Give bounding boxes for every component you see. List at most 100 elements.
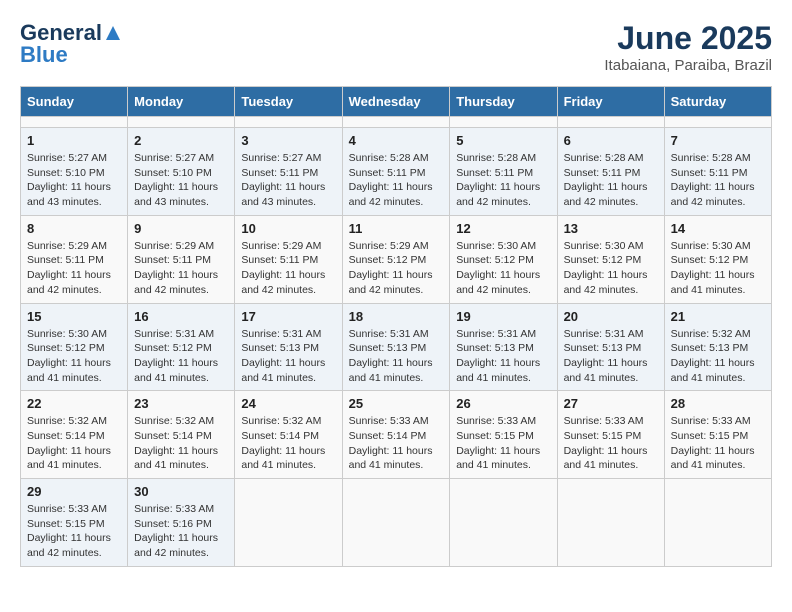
header-row: SundayMondayTuesdayWednesdayThursdayFrid… <box>21 87 772 117</box>
day-cell: 28Sunrise: 5:33 AM Sunset: 5:15 PM Dayli… <box>664 391 771 479</box>
day-info: Sunrise: 5:27 AM Sunset: 5:10 PM Dayligh… <box>27 151 121 210</box>
day-number: 22 <box>27 396 121 411</box>
day-info: Sunrise: 5:32 AM Sunset: 5:14 PM Dayligh… <box>241 414 335 473</box>
day-cell: 8 Sunrise: 5:29 AM Sunset: 5:11 PM Daylig… <box>21 215 128 303</box>
day-number: 1 <box>27 133 121 148</box>
day-number: 15 <box>27 309 121 324</box>
day-info: Sunrise: 5:32 AM Sunset: 5:13 PM Dayligh… <box>671 327 765 386</box>
day-cell: 29 Sunrise: 5:33 AM Sunset: 5:15 PM Dayli… <box>21 479 128 567</box>
day-info: Sunrise: 5:27 AM Sunset: 5:11 PM Dayligh… <box>241 151 335 210</box>
day-cell <box>235 117 342 128</box>
column-header-tuesday: Tuesday <box>235 87 342 117</box>
calendar-title: June 2025 <box>604 20 772 57</box>
day-cell: 22 Sunrise: 5:32 AM Sunset: 5:14 PM Dayli… <box>21 391 128 479</box>
day-info: Sunrise: 5:30 AM Sunset: 5:12 PM Dayligh… <box>456 239 550 298</box>
day-info: Sunrise: 5:30 AM Sunset: 5:12 PM Dayligh… <box>671 239 765 298</box>
day-cell: 19 Sunrise: 5:31 AM Sunset: 5:13 PM Dayli… <box>450 303 557 391</box>
column-header-sunday: Sunday <box>21 87 128 117</box>
day-info: Sunrise: 5:29 AM Sunset: 5:11 PM Dayligh… <box>134 239 228 298</box>
day-info: Sunrise: 5:29 AM Sunset: 5:11 PM Dayligh… <box>27 239 121 298</box>
day-info: Sunrise: 5:28 AM Sunset: 5:11 PM Dayligh… <box>671 151 765 210</box>
day-info: Sunrise: 5:31 AM Sunset: 5:12 PM Dayligh… <box>134 327 228 386</box>
logo: General Blue <box>20 20 124 68</box>
day-cell: 23 Sunrise: 5:32 AM Sunset: 5:14 PM Dayli… <box>128 391 235 479</box>
day-cell: 2Sunrise: 5:27 AM Sunset: 5:10 PM Daylig… <box>128 128 235 216</box>
day-cell <box>235 479 342 567</box>
day-number: 30 <box>134 484 228 499</box>
day-info: Sunrise: 5:31 AM Sunset: 5:13 PM Dayligh… <box>564 327 658 386</box>
week-row-2: 1 Sunrise: 5:27 AM Sunset: 5:10 PM Daylig… <box>21 128 772 216</box>
day-cell <box>450 479 557 567</box>
day-info: Sunrise: 5:32 AM Sunset: 5:14 PM Dayligh… <box>27 414 121 473</box>
title-section: June 2025 Itabaiana, Paraiba, Brazil <box>604 20 772 74</box>
day-cell: 25 Sunrise: 5:33 AM Sunset: 5:14 PM Dayli… <box>342 391 450 479</box>
day-cell: 17Sunrise: 5:31 AM Sunset: 5:13 PM Dayli… <box>235 303 342 391</box>
day-number: 11 <box>349 221 444 236</box>
day-cell: 27 Sunrise: 5:33 AM Sunset: 5:15 PM Dayli… <box>557 391 664 479</box>
day-info: Sunrise: 5:33 AM Sunset: 5:15 PM Dayligh… <box>456 414 550 473</box>
day-number: 10 <box>241 221 335 236</box>
calendar-subtitle: Itabaiana, Paraiba, Brazil <box>604 57 772 74</box>
calendar-table: SundayMondayTuesdayWednesdayThursdayFrid… <box>20 86 772 567</box>
day-info: Sunrise: 5:28 AM Sunset: 5:11 PM Dayligh… <box>349 151 444 210</box>
day-cell: 12 Sunrise: 5:30 AM Sunset: 5:12 PM Dayli… <box>450 215 557 303</box>
day-cell: 24Sunrise: 5:32 AM Sunset: 5:14 PM Dayli… <box>235 391 342 479</box>
day-cell <box>128 117 235 128</box>
day-cell <box>664 117 771 128</box>
day-number: 2 <box>134 133 228 148</box>
day-number: 20 <box>564 309 658 324</box>
column-header-monday: Monday <box>128 87 235 117</box>
column-header-friday: Friday <box>557 87 664 117</box>
column-header-wednesday: Wednesday <box>342 87 450 117</box>
day-cell: 14Sunrise: 5:30 AM Sunset: 5:12 PM Dayli… <box>664 215 771 303</box>
logo-blue: Blue <box>20 42 68 68</box>
day-number: 25 <box>349 396 444 411</box>
column-header-thursday: Thursday <box>450 87 557 117</box>
day-number: 26 <box>456 396 550 411</box>
day-number: 27 <box>564 396 658 411</box>
day-info: Sunrise: 5:33 AM Sunset: 5:16 PM Dayligh… <box>134 502 228 561</box>
day-number: 29 <box>27 484 121 499</box>
day-info: Sunrise: 5:33 AM Sunset: 5:15 PM Dayligh… <box>27 502 121 561</box>
day-cell: 7 Sunrise: 5:28 AM Sunset: 5:11 PM Daylig… <box>664 128 771 216</box>
week-row-4: 15 Sunrise: 5:30 AM Sunset: 5:12 PM Dayli… <box>21 303 772 391</box>
week-row-6: 29 Sunrise: 5:33 AM Sunset: 5:15 PM Dayli… <box>21 479 772 567</box>
day-number: 7 <box>671 133 765 148</box>
day-cell: 6 Sunrise: 5:28 AM Sunset: 5:11 PM Daylig… <box>557 128 664 216</box>
day-info: Sunrise: 5:28 AM Sunset: 5:11 PM Dayligh… <box>456 151 550 210</box>
day-cell: 10 Sunrise: 5:29 AM Sunset: 5:11 PM Dayli… <box>235 215 342 303</box>
day-info: Sunrise: 5:29 AM Sunset: 5:11 PM Dayligh… <box>241 239 335 298</box>
day-info: Sunrise: 5:28 AM Sunset: 5:11 PM Dayligh… <box>564 151 658 210</box>
day-cell: 3Sunrise: 5:27 AM Sunset: 5:11 PM Daylig… <box>235 128 342 216</box>
day-info: Sunrise: 5:33 AM Sunset: 5:15 PM Dayligh… <box>564 414 658 473</box>
day-number: 6 <box>564 133 658 148</box>
day-info: Sunrise: 5:30 AM Sunset: 5:12 PM Dayligh… <box>27 327 121 386</box>
day-number: 8 <box>27 221 121 236</box>
day-number: 4 <box>349 133 444 148</box>
day-info: Sunrise: 5:31 AM Sunset: 5:13 PM Dayligh… <box>349 327 444 386</box>
day-info: Sunrise: 5:30 AM Sunset: 5:12 PM Dayligh… <box>564 239 658 298</box>
logo-icon <box>104 24 122 42</box>
day-cell: 9Sunrise: 5:29 AM Sunset: 5:11 PM Daylig… <box>128 215 235 303</box>
day-info: Sunrise: 5:32 AM Sunset: 5:14 PM Dayligh… <box>134 414 228 473</box>
day-cell: 1 Sunrise: 5:27 AM Sunset: 5:10 PM Daylig… <box>21 128 128 216</box>
day-number: 17 <box>241 309 335 324</box>
day-info: Sunrise: 5:33 AM Sunset: 5:14 PM Dayligh… <box>349 414 444 473</box>
day-cell: 30 Sunrise: 5:33 AM Sunset: 5:16 PM Dayli… <box>128 479 235 567</box>
day-cell: 20 Sunrise: 5:31 AM Sunset: 5:13 PM Dayli… <box>557 303 664 391</box>
day-number: 12 <box>456 221 550 236</box>
day-cell: 5Sunrise: 5:28 AM Sunset: 5:11 PM Daylig… <box>450 128 557 216</box>
day-number: 28 <box>671 396 765 411</box>
day-cell: 15 Sunrise: 5:30 AM Sunset: 5:12 PM Dayli… <box>21 303 128 391</box>
day-number: 18 <box>349 309 444 324</box>
day-number: 16 <box>134 309 228 324</box>
day-number: 13 <box>564 221 658 236</box>
day-info: Sunrise: 5:31 AM Sunset: 5:13 PM Dayligh… <box>456 327 550 386</box>
day-number: 21 <box>671 309 765 324</box>
day-cell <box>450 117 557 128</box>
day-cell: 4 Sunrise: 5:28 AM Sunset: 5:11 PM Daylig… <box>342 128 450 216</box>
day-number: 19 <box>456 309 550 324</box>
week-row-1 <box>21 117 772 128</box>
day-number: 23 <box>134 396 228 411</box>
day-cell: 21 Sunrise: 5:32 AM Sunset: 5:13 PM Dayli… <box>664 303 771 391</box>
